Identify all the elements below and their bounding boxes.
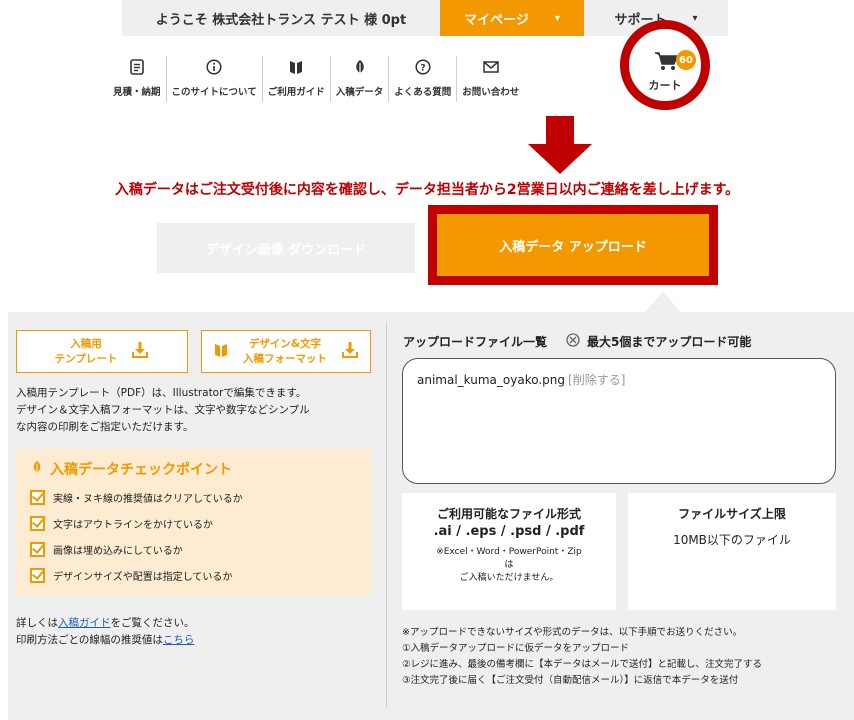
question-icon: ? [415,56,431,78]
file-size-card: ファイルサイズ上限 10MB以下のファイル [628,493,836,610]
checkpoint-item: 画像は埋め込みにしているか [30,542,183,557]
format-btn-line2: 入稿フォーマット [243,352,327,365]
leaf-icon [352,56,368,78]
download-icon [131,341,149,363]
checkbox-icon [30,490,45,505]
nav-label: お問い合わせ [462,87,520,98]
book-icon [213,342,229,362]
mail-icon [483,56,499,78]
formats-note: ご入稿いただけません。 [459,573,559,583]
nav-label: このサイトについて [171,87,257,98]
upload-list-title: アップロードファイル一覧 [403,335,548,349]
desc-line: 入稿用テンプレート（PDF）は、Illustratorで編集できます。 [16,387,307,399]
guide-link[interactable]: 入稿ガイド [58,617,111,629]
upload-instructions: ※アップロードできないサイズや形式のデータは、以下手順でお送りください。 ①入稿… [402,625,762,689]
design-image-download-button[interactable]: デザイン画像 ダウンロード [157,223,415,273]
instruction-line: ③注文完了後に届く【ご注文受付（自動配信メール）】に返信で本データを送付 [402,675,739,686]
cart-button[interactable]: 60 カート [620,20,710,110]
checkpoint-box: 入稿データチェックポイント 実線・ヌキ線の推奨値はクリアしているか 文字はアウト… [16,449,371,596]
desc-line: な内容の印刷をご指定いただけます。 [16,421,194,433]
max-files-note: 最大5個までアップロード可能 [565,332,751,351]
allowed-formats-card: ご利用可能なファイル形式 .ai / .eps / .psd / .pdf ※E… [402,493,616,610]
guide-text: 詳しくは入稿ガイドをご覧ください。 [16,617,195,629]
nav-item-guide[interactable]: ご利用ガイド [263,56,331,102]
checkpoint-item: 実線・ヌキ線の推奨値はクリアしているか [30,490,243,505]
checkbox-icon [30,568,45,583]
checkpoint-item: デザインサイズや配置は指定しているか [30,568,232,583]
nav-label: 入稿データ [335,87,384,98]
instruction-line: ①入稿データアップロードに仮データをアップロード [402,643,630,654]
upload-list-header: アップロードファイル一覧 最大5個までアップロード可能 [403,332,751,351]
cart-icon [654,51,678,75]
delete-file-link[interactable]: [削除する] [568,373,625,387]
info-icon [206,56,222,78]
mypage-label: マイページ [464,12,529,28]
nav-item-estimate[interactable]: 見積・納期 [108,56,167,102]
desc-line: デザイン＆文字入稿フォーマットは、文字や数字などシンプル [16,404,310,416]
template-btn-line1: 入稿用 [70,337,102,350]
leaf-icon [30,459,44,479]
document-icon [129,56,144,78]
book-icon [288,56,304,78]
linewidth-text: 印刷方法ごとの線幅の推奨値はこちら [16,634,195,646]
svg-text:?: ? [420,64,425,74]
cart-count-badge: 60 [676,50,696,70]
formats-note: は [504,560,514,570]
nav-item-faq[interactable]: ? よくある質問 [389,56,458,102]
format-download-button[interactable]: デザイン&文字 入稿フォーマット [201,330,371,373]
chevron-down-icon: ▾ [692,12,698,24]
checkpoint-item: 文字はアウトラインをかけているか [30,516,213,531]
size-title: ファイルサイズ上限 [678,507,786,521]
welcome-text: ようこそ 株式会社トランス テスト 様 0pt [122,0,440,36]
format-btn-line1: デザイン&文字 [248,337,322,350]
cart-label: カート [648,79,682,92]
formats-title: ご利用可能なファイル形式 [436,507,581,521]
download-icon [341,341,359,363]
instruction-line: ※アップロードできないサイズや形式のデータは、以下手順でお送りください。 [402,627,743,638]
nav-label: 見積・納期 [113,87,161,98]
template-description: 入稿用テンプレート（PDF）は、Illustratorで編集できます。 デザイン… [16,385,371,436]
chevron-down-icon: ▾ [554,12,560,24]
formats-list: .ai / .eps / .psd / .pdf [433,524,585,539]
size-value: 10MB以下のファイル [673,533,791,547]
formats-note: ※Excel・Word・PowerPoint・Zip [436,547,582,557]
nav-label: ご利用ガイド [267,87,325,98]
mypage-menu[interactable]: マイページ ▾ [440,0,584,36]
main-nav: 見積・納期 このサイトについて ご利用ガイド 入稿データ ? よくある質問 お問… [108,56,524,102]
instruction-line: ②レジに進み、最後の備考欄に【本データはメールで送付】と記載し、注文完了する [402,659,763,670]
file-name: animal_kuma_oyako.png [417,373,566,387]
nav-label: よくある質問 [394,87,452,98]
tab-pointer [645,292,681,312]
upload-notice: 入稿データはご注文受付後に内容を確認し、データ担当者から2営業日以内ご連絡を差し… [114,182,740,198]
template-download-button[interactable]: 入稿用 テンプレート [16,330,188,373]
linewidth-link[interactable]: こちら [163,634,195,646]
checkbox-icon [30,516,45,531]
down-arrow-icon [528,116,592,178]
checkpoint-title: 入稿データチェックポイント [30,459,232,479]
data-upload-button[interactable]: 入稿データ アップロード [437,214,709,276]
checkbox-icon [30,542,45,557]
upload-file-list[interactable]: animal_kuma_oyako.png [削除する] [402,358,836,484]
nav-item-submit-data[interactable]: 入稿データ [331,56,390,102]
nav-item-about[interactable]: このサイトについて [167,56,263,102]
files-icon [565,332,581,351]
column-divider [386,322,387,708]
nav-item-contact[interactable]: お問い合わせ [457,56,524,102]
template-btn-line2: テンプレート [54,352,118,365]
